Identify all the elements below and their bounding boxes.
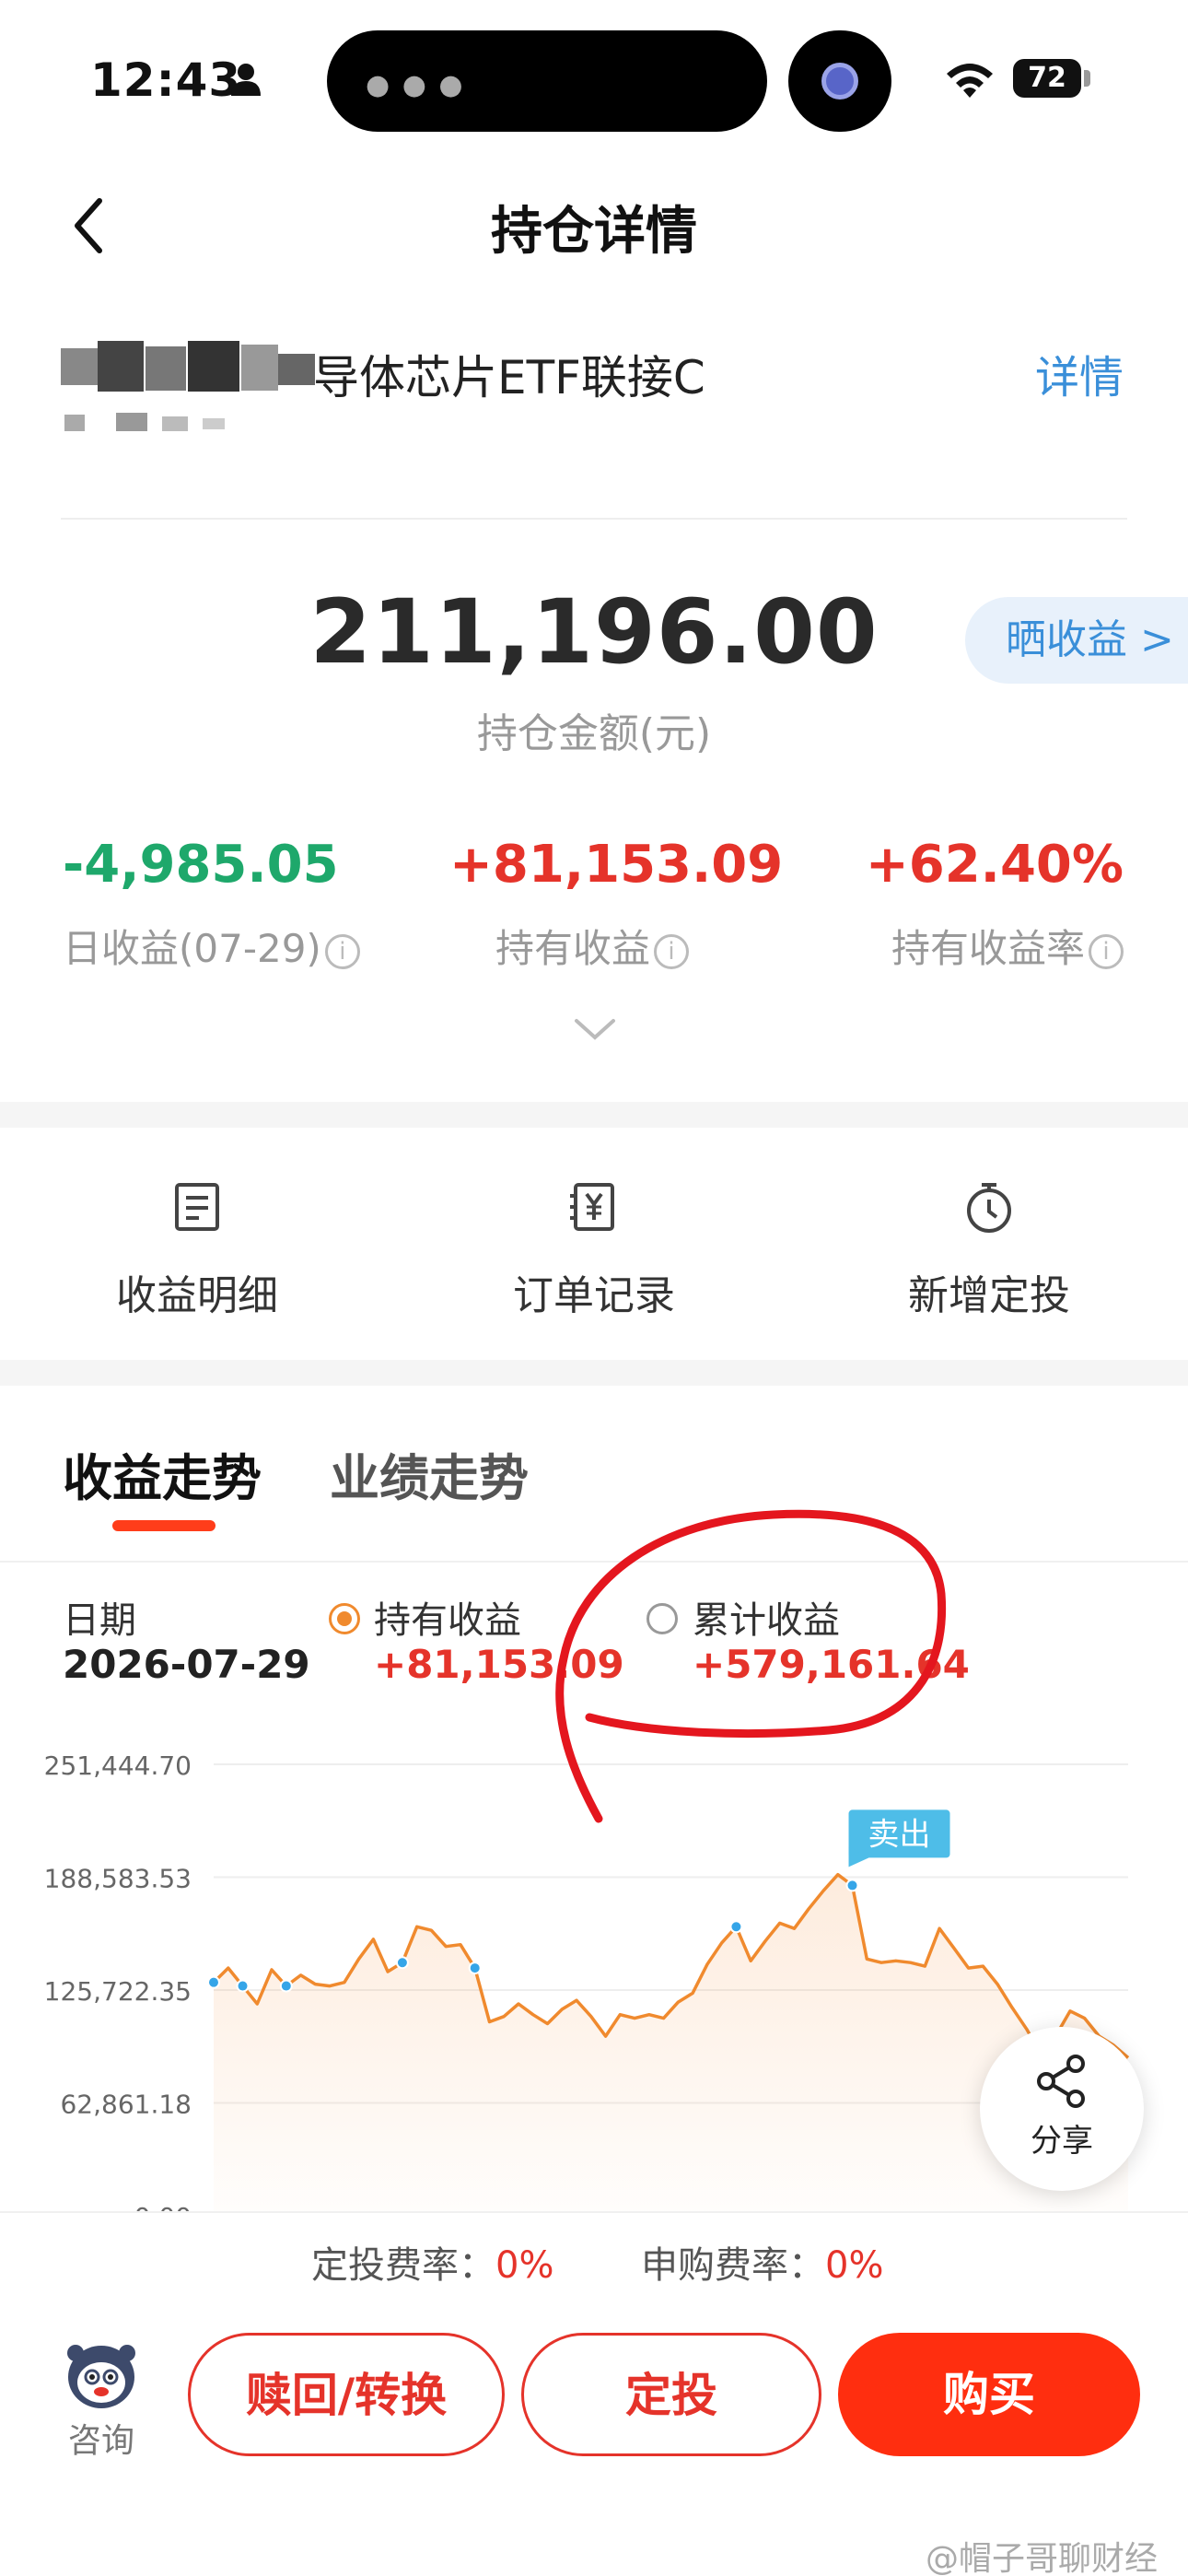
camera-lens-icon <box>821 63 858 100</box>
holding-profit-radio[interactable] <box>329 1603 360 1634</box>
sip-fee-label: 定投费率： <box>311 2244 495 2287</box>
sell-marker-label: 卖出 <box>868 1816 931 1853</box>
document-list-icon <box>175 1183 219 1231</box>
purchase-fee-label: 申购费率： <box>641 2244 825 2287</box>
divider <box>0 1561 1188 1563</box>
camera-indicator <box>788 30 891 132</box>
info-icon[interactable]: i <box>1089 933 1124 969</box>
y-tick-label: 62,861.18 <box>60 2090 192 2120</box>
fee-bar <box>0 2211 1188 2313</box>
holding-profit-value: +81,153.09 <box>449 835 784 895</box>
fund-name: 导体芯片ETF联接C <box>313 351 705 404</box>
share-profit-button[interactable]: 晒收益 > <box>965 597 1188 684</box>
redacted-fund-prefix <box>61 341 319 451</box>
profit-detail-action[interactable]: 收益明细 <box>59 1179 335 1321</box>
chevron-down-icon[interactable] <box>573 1015 617 1043</box>
share-label: 分享 <box>1031 2123 1093 2160</box>
tab-performance-trend[interactable]: 业绩走势 <box>330 1437 529 1510</box>
watermark: @帽子哥聊财经 <box>926 2540 1159 2576</box>
chart-marker-point[interactable] <box>236 1979 250 1993</box>
cumulative-profit-legend-label[interactable]: 累计收益 <box>693 1590 840 1644</box>
holding-profit-label: 持有收益 <box>495 926 651 971</box>
daily-profit-value: -4,985.05 <box>63 835 339 895</box>
holding-rate-label: 持有收益率 <box>891 926 1085 971</box>
chart-marker-point[interactable] <box>207 1975 220 1989</box>
buy-button[interactable]: 购买 <box>838 2333 1140 2456</box>
profit-detail-label: 收益明细 <box>116 1272 278 1319</box>
daily-profit-label: 日收益(07-29) <box>63 926 321 971</box>
y-tick-label: 251,444.70 <box>44 1751 192 1781</box>
section-gap <box>0 1102 1188 1128</box>
order-record-label: 订单记录 <box>513 1272 675 1319</box>
holding-profit-legend-value: +81,153.09 <box>374 1642 624 1687</box>
person-icon <box>231 64 261 96</box>
yuan-order-icon <box>570 1183 614 1231</box>
sip-fee-value: 0% <box>495 2244 554 2287</box>
sip-button[interactable]: 定投 <box>521 2333 821 2456</box>
consult-label[interactable]: 咨询 <box>68 2414 134 2462</box>
ellipsis-icon: ● ● ● <box>366 69 465 101</box>
purchase-fee: 申购费率：0% <box>641 2235 883 2289</box>
share-icon <box>1037 2055 1085 2108</box>
consult-mascot-icon[interactable] <box>64 2340 138 2410</box>
holding-rate-value: +62.40% <box>865 835 1124 895</box>
page-title: 持仓详情 <box>491 202 697 262</box>
date-value: 2026-07-29 <box>63 1642 310 1687</box>
daily-profit-label-group[interactable]: 日收益(07-29) i <box>63 918 360 974</box>
cumulative-profit-radio[interactable] <box>646 1603 678 1634</box>
status-time: 12:43 <box>90 53 242 107</box>
chart-marker-point[interactable] <box>468 1961 482 1975</box>
chart-marker-point[interactable] <box>395 1956 409 1970</box>
y-tick-label: 125,722.35 <box>44 1976 192 2007</box>
info-icon[interactable]: i <box>654 933 690 969</box>
chart-marker-point[interactable] <box>279 1979 293 1993</box>
purchase-fee-value: 0% <box>825 2244 884 2287</box>
info-icon[interactable]: i <box>324 933 360 969</box>
redeem-convert-button[interactable]: 赎回/转换 <box>188 2333 505 2456</box>
section-gap <box>0 1360 1188 1386</box>
holding-profit-legend-label[interactable]: 持有收益 <box>374 1590 521 1644</box>
fund-detail-link[interactable]: 详情 <box>1035 341 1124 405</box>
date-label: 日期 <box>63 1599 136 1642</box>
order-record-action[interactable]: 订单记录 <box>456 1179 732 1321</box>
battery-nub <box>1084 70 1090 87</box>
share-button[interactable]: 分享 <box>980 2027 1144 2191</box>
chart-marker-point[interactable] <box>845 1879 859 1892</box>
cumulative-profit-legend-value: +579,161.64 <box>693 1642 970 1687</box>
holding-profit-label-group[interactable]: 持有收益 i <box>495 918 690 974</box>
add-sip-label: 新增定投 <box>908 1272 1070 1319</box>
tab-profit-trend[interactable]: 收益走势 <box>63 1437 262 1510</box>
dynamic-island: ● ● ● <box>327 30 767 132</box>
stopwatch-icon <box>967 1183 1011 1233</box>
chart-marker-point[interactable] <box>729 1920 743 1934</box>
active-tab-indicator <box>112 1520 215 1531</box>
divider <box>61 518 1127 520</box>
holding-rate-label-group[interactable]: 持有收益率 i <box>891 918 1124 974</box>
status-bar: 12:43 ● ● ● 72 <box>0 0 1188 138</box>
add-sip-action[interactable]: 新增定投 <box>851 1179 1127 1321</box>
sip-fee: 定投费率：0% <box>311 2235 553 2289</box>
y-tick-label: 188,583.53 <box>44 1864 192 1894</box>
battery-indicator: 72 <box>1013 59 1081 98</box>
holding-amount-label: 持仓金额(元) <box>476 710 712 757</box>
wifi-icon <box>947 64 993 98</box>
